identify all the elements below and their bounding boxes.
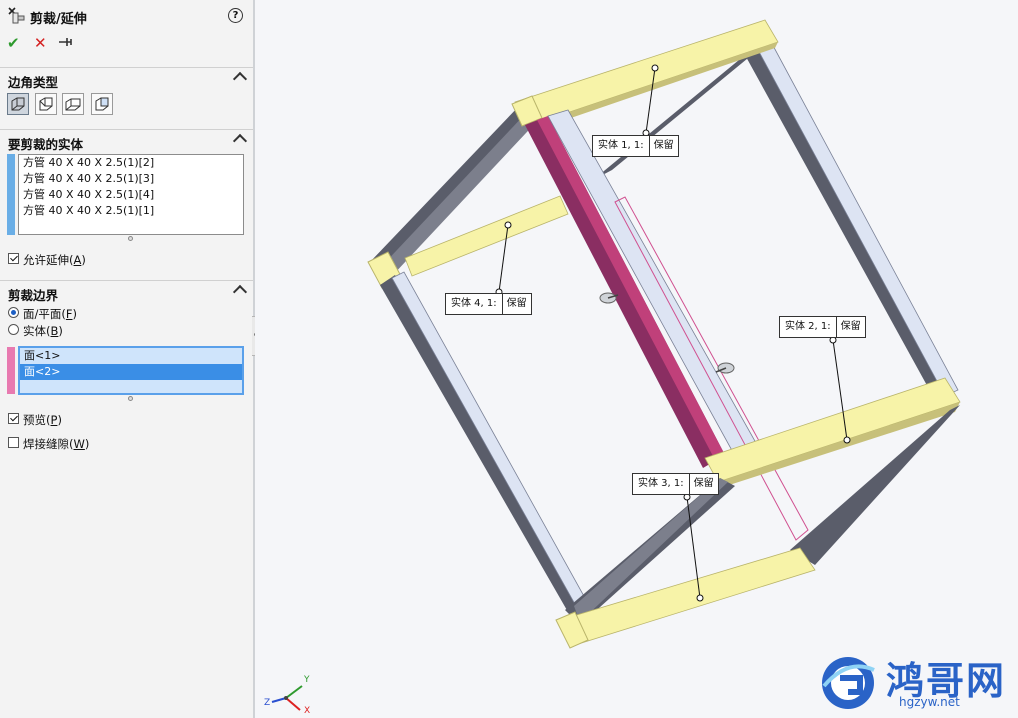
trim-extend-icon — [7, 6, 25, 24]
trim-boundary-header[interactable]: 剪裁边界 — [0, 280, 253, 303]
list-item[interactable]: 方管 40 X 40 X 2.5(1)[3] — [19, 171, 243, 187]
triad-x-label: X — [304, 706, 311, 716]
corner-end-trim-button[interactable] — [7, 93, 29, 115]
callout-body-1[interactable]: 实体 1, 1: 保留 — [592, 135, 679, 157]
bodies-color-bar — [7, 154, 15, 235]
trim-boundary-list[interactable]: 面<1> 面<2> — [18, 346, 244, 395]
list-item-selected[interactable]: 面<2> — [20, 364, 242, 380]
bodies-to-trim-title: 要剪裁的实体 — [8, 137, 84, 152]
allow-extend-checkbox[interactable] — [8, 253, 19, 264]
boundary-color-bar — [7, 347, 15, 394]
property-manager: 剪裁/延伸 ? ✔ ✕ 边角类型 要剪裁的实体 方管 40 X 40 X 2.5… — [0, 0, 253, 718]
pin-icon[interactable] — [58, 36, 74, 48]
corner-type-title: 边角类型 — [8, 75, 59, 90]
weldment-frame-model[interactable] — [255, 0, 1018, 718]
bodies-label: 实体(B) — [23, 324, 63, 338]
callout-body-3[interactable]: 实体 3, 1: 保留 — [632, 473, 719, 495]
list-item[interactable]: 方管 40 X 40 X 2.5(1)[4] — [19, 187, 243, 203]
cancel-button[interactable]: ✕ — [34, 34, 47, 52]
list-resize-handle[interactable] — [128, 236, 133, 241]
graphics-viewport[interactable]: 实体 1, 1: 保留 实体 4, 1: 保留 实体 2, 1: 保留 实体 3, 1… — [255, 0, 1018, 718]
list-item[interactable]: 方管 40 X 40 X 2.5(1)[2] — [19, 155, 243, 171]
triad-y-label: Y — [304, 675, 310, 685]
preview-checkbox[interactable] — [8, 413, 19, 424]
allow-extend-label: 允许延伸(A) — [23, 253, 86, 267]
frame-member-top-bar[interactable] — [514, 19, 779, 127]
preview-label: 预览(P) — [23, 413, 62, 427]
bodies-radio[interactable] — [8, 324, 19, 335]
weld-gap-label: 焊接缝隙(W) — [23, 437, 90, 451]
corner-butt1-button[interactable] — [62, 93, 84, 115]
corner-butt2-button[interactable] — [91, 93, 113, 115]
collapse-chevron-icon[interactable] — [232, 284, 248, 300]
list-resize-handle[interactable] — [128, 396, 133, 401]
list-item[interactable]: 面<1> — [20, 348, 242, 364]
trim-boundary-title: 剪裁边界 — [8, 288, 59, 303]
corner-type-header[interactable]: 边角类型 — [0, 67, 253, 90]
frame-member-center[interactable] — [547, 109, 761, 457]
weld-gap-checkbox[interactable] — [8, 437, 19, 448]
help-icon[interactable]: ? — [228, 8, 243, 23]
coordinate-triad — [271, 685, 303, 711]
callout-body-2[interactable]: 实体 2, 1: 保留 — [779, 316, 866, 338]
callout-body-4[interactable]: 实体 4, 1: 保留 — [445, 293, 532, 315]
face-plane-radio[interactable] — [8, 307, 19, 318]
selected-member-magenta-face[interactable] — [537, 116, 725, 460]
collapse-chevron-icon[interactable] — [232, 133, 248, 149]
collapse-chevron-icon[interactable] — [232, 71, 248, 87]
face-plane-label: 面/平面(F) — [23, 307, 77, 321]
bodies-to-trim-header[interactable]: 要剪裁的实体 — [0, 129, 253, 152]
panel-title: 剪裁/延伸 — [30, 12, 87, 27]
bodies-to-trim-list[interactable]: 方管 40 X 40 X 2.5(1)[2] 方管 40 X 40 X 2.5(… — [18, 154, 244, 235]
face-marker-icon[interactable] — [715, 362, 735, 374]
frame-member-back-right-face[interactable] — [756, 39, 959, 397]
watermark-url: hgzyw.net — [899, 695, 960, 709]
ok-button[interactable]: ✔ — [7, 34, 20, 52]
list-item[interactable]: 方管 40 X 40 X 2.5(1)[1] — [19, 203, 243, 219]
frame-member-left-lower-face[interactable] — [391, 271, 586, 607]
triad-z-label: Z — [264, 698, 271, 708]
corner-miter-button[interactable] — [35, 93, 57, 115]
